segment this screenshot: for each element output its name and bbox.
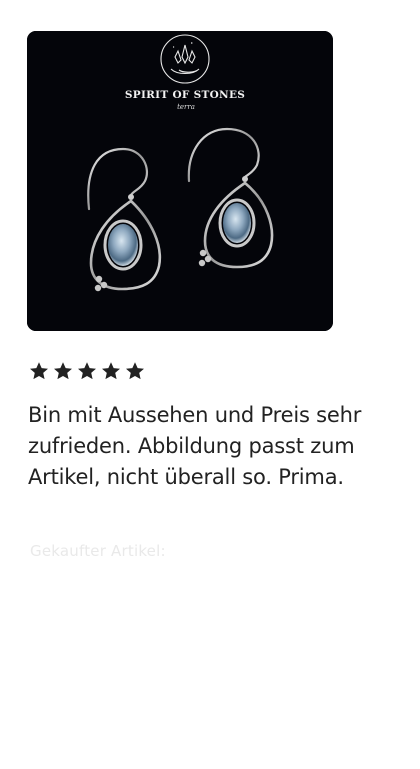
earrings-illustration: SPIRIT OF STONES terra	[27, 31, 333, 331]
star-icon	[102, 362, 120, 380]
review-text: Bin mit Aussehen und Preis sehr zufriede…	[28, 403, 362, 489]
star-icon	[30, 362, 48, 380]
star-icon	[78, 362, 96, 380]
star-rating	[28, 360, 146, 386]
purchased-item-link[interactable]: Gekaufter Artikel:	[30, 542, 166, 560]
brand-logo-subtitle: terra	[177, 103, 195, 111]
product-photo[interactable]: SPIRIT OF STONES terra	[27, 31, 333, 331]
star-icon	[126, 362, 144, 380]
star-icon	[54, 362, 72, 380]
brand-logo-title: SPIRIT OF STONES	[125, 89, 245, 101]
review-card: SPIRIT OF STONES terra Bin mit Aussehen …	[0, 0, 420, 769]
